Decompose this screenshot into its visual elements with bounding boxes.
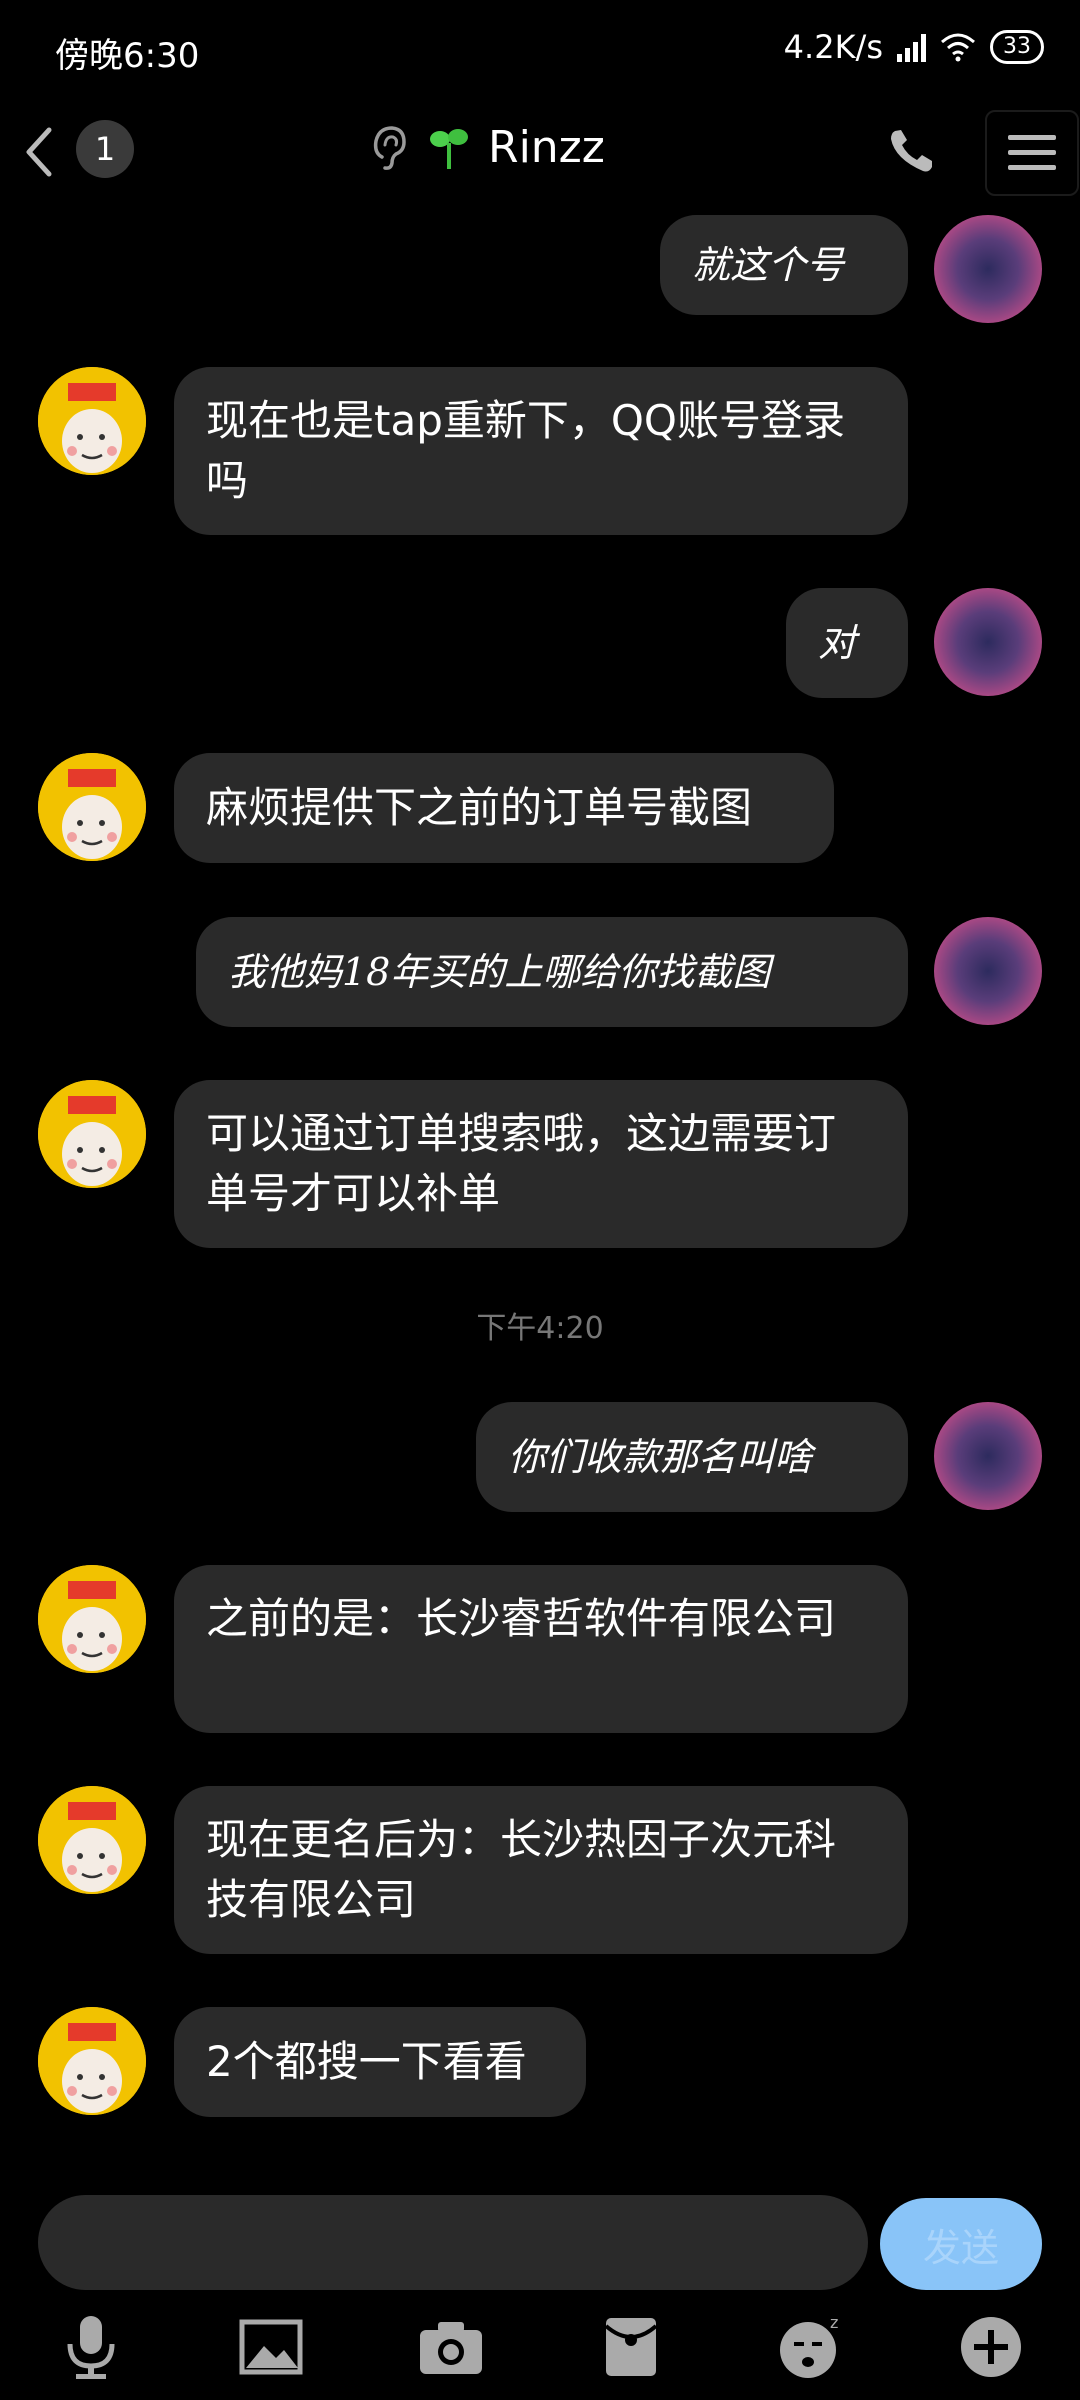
image-icon[interactable] — [236, 2312, 306, 2382]
chat-header: 1 Rinzz — [0, 100, 1080, 210]
send-button[interactable]: 发送 — [880, 2198, 1042, 2290]
unread-badge[interactable]: 1 — [76, 120, 134, 178]
emoji-icon[interactable]: z — [776, 2312, 846, 2382]
battery-indicator: 33 — [990, 30, 1044, 64]
message-input[interactable] — [38, 2195, 868, 2290]
signal-icon — [897, 32, 926, 62]
message-bubble-outgoing[interactable]: 你们收款那名叫啥 — [476, 1402, 908, 1512]
contact-avatar[interactable] — [38, 1786, 146, 1894]
input-toolbar: z — [0, 2300, 1080, 2400]
message-bubble-incoming[interactable]: 现在也是tap重新下，QQ账号登录吗 — [174, 367, 908, 535]
composer: 发送 — [0, 2190, 1080, 2300]
ear-icon[interactable] — [370, 123, 410, 173]
contact-avatar-image — [38, 1080, 146, 1188]
contact-title[interactable]: Rinzz — [370, 122, 605, 173]
message-bubble-incoming[interactable]: 2个都搜一下看看 — [174, 2007, 586, 2117]
status-time: 傍晚6:30 — [55, 36, 200, 76]
my-avatar[interactable] — [934, 588, 1042, 696]
contact-avatar[interactable] — [38, 1080, 146, 1188]
network-speed: 4.2K/s — [783, 28, 883, 66]
contact-avatar-image — [38, 2007, 146, 2115]
message-bubble-incoming[interactable]: 之前的是：长沙睿哲软件有限公司 — [174, 1565, 908, 1733]
my-avatar[interactable] — [934, 1402, 1042, 1510]
contact-avatar[interactable] — [38, 2007, 146, 2115]
contact-avatar-image — [38, 367, 146, 475]
contact-avatar[interactable] — [38, 367, 146, 475]
contact-avatar-image — [38, 753, 146, 861]
message-bubble-incoming[interactable]: 现在更名后为：长沙热因子次元科技有限公司 — [174, 1786, 908, 1954]
status-bar: 傍晚6:30 4.2K/s 33 — [0, 0, 1080, 100]
my-avatar[interactable] — [934, 917, 1042, 1025]
contact-avatar[interactable] — [38, 1565, 146, 1673]
contact-avatar-image — [38, 1786, 146, 1894]
message-bubble-incoming[interactable]: 可以通过订单搜索哦，这边需要订单号才可以补单 — [174, 1080, 908, 1248]
menu-icon[interactable] — [985, 110, 1079, 196]
message-bubble-outgoing[interactable]: 对 — [786, 588, 908, 698]
sprout-icon — [430, 128, 468, 169]
contact-avatar-image — [38, 1565, 146, 1673]
message-bubble-outgoing[interactable]: 我他妈18年买的上哪给你找截图 — [196, 917, 908, 1027]
contact-avatar[interactable] — [38, 753, 146, 861]
wifi-icon — [941, 33, 975, 62]
my-avatar[interactable] — [934, 215, 1042, 323]
plus-icon[interactable] — [956, 2312, 1026, 2382]
contact-name: Rinzz — [488, 122, 605, 173]
microphone-icon[interactable] — [56, 2312, 126, 2382]
time-separator: 下午4:20 — [476, 1311, 604, 1346]
chat-screen: 傍晚6:30 4.2K/s 33 1 Rinzz 就这个号 现在也是tap重新下… — [0, 0, 1080, 2400]
camera-icon[interactable] — [416, 2312, 486, 2382]
hamburger-icon — [1008, 135, 1056, 170]
svg-text:z: z — [830, 2313, 838, 2332]
message-list[interactable]: 就这个号 现在也是tap重新下，QQ账号登录吗 对 麻烦提供下之前的订单号截图 … — [0, 210, 1080, 2160]
phone-icon[interactable] — [885, 125, 937, 177]
message-bubble-incoming[interactable]: 麻烦提供下之前的订单号截图 — [174, 753, 834, 863]
red-packet-icon[interactable] — [596, 2312, 666, 2382]
message-bubble-outgoing[interactable]: 就这个号 — [660, 215, 908, 315]
status-indicators: 4.2K/s 33 — [784, 28, 1044, 66]
back-icon[interactable] — [14, 122, 64, 182]
